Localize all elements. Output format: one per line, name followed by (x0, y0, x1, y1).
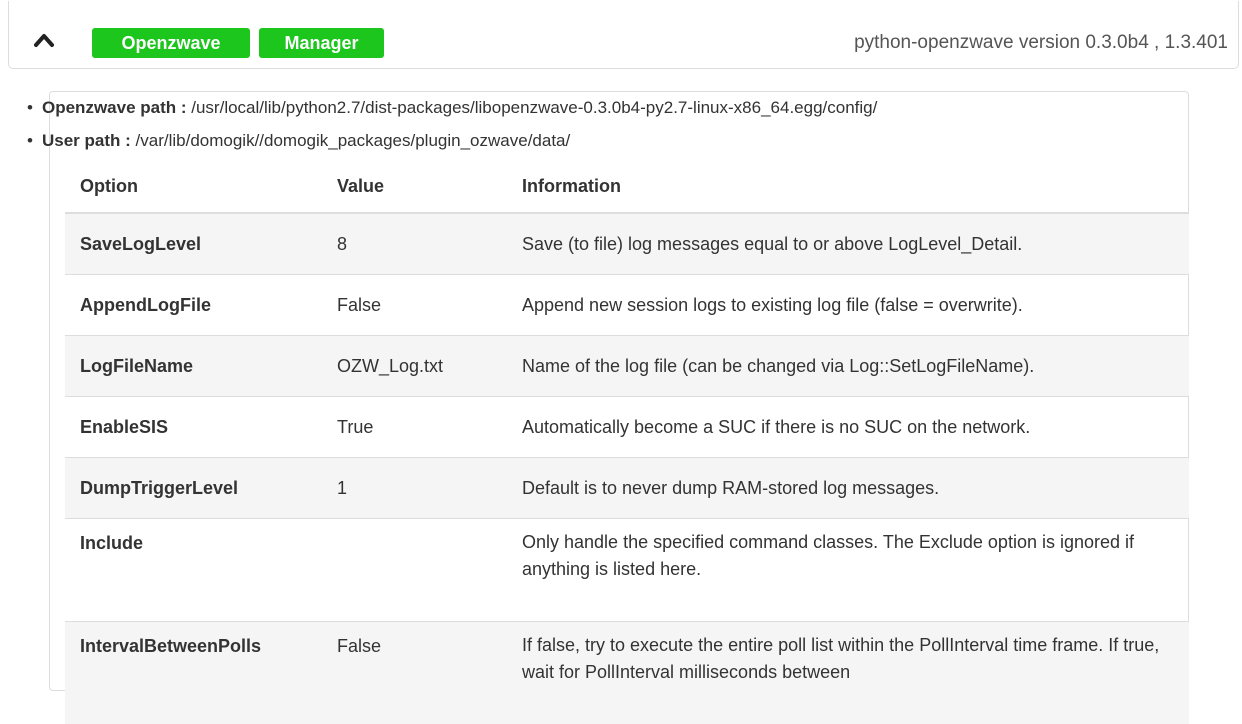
table-row: AppendLogFile False Append new session l… (65, 275, 1189, 336)
option-information: Save (to file) log messages equal to or … (507, 213, 1189, 275)
table-row: SaveLogLevel 8 Save (to file) log messag… (65, 213, 1189, 275)
option-value: 1 (322, 458, 507, 519)
option-name: Include (65, 519, 322, 622)
information-column-header: Information (507, 160, 1189, 213)
version-text: python-openzwave version 0.3.0b4 , 1.3.4… (854, 32, 1228, 54)
option-name: IntervalBetweenPolls (65, 622, 322, 724)
option-value: False (322, 275, 507, 336)
user-path-label: User path : (42, 131, 131, 150)
openzwave-path-value: /usr/local/lib/python2.7/dist-packages/l… (187, 98, 878, 117)
option-value: False (322, 622, 507, 724)
manager-badge: Manager (259, 28, 384, 58)
table-row: EnableSIS True Automatically become a SU… (65, 397, 1189, 458)
table-row: LogFileName OZW_Log.txt Name of the log … (65, 336, 1189, 397)
option-information: Default is to never dump RAM-stored log … (507, 458, 1189, 519)
option-information: Only handle the specified command classe… (507, 519, 1189, 622)
user-path: • User path : /var/lib/domogik//domogik_… (42, 131, 570, 151)
option-column-header: Option (65, 160, 322, 213)
openzwave-badge: Openzwave (92, 28, 250, 58)
option-value (322, 519, 507, 622)
option-name: EnableSIS (65, 397, 322, 458)
option-value: True (322, 397, 507, 458)
option-value: 8 (322, 213, 507, 275)
user-path-value: /var/lib/domogik//domogik_packages/plugi… (131, 131, 570, 150)
chevron-up-icon[interactable] (33, 31, 55, 49)
option-information: If false, try to execute the entire poll… (507, 622, 1189, 724)
openzwave-path-label: Openzwave path : (42, 98, 187, 117)
table-row: IntervalBetweenPolls False If false, try… (65, 622, 1189, 724)
option-name: DumpTriggerLevel (65, 458, 322, 519)
table-row: DumpTriggerLevel 1 Default is to never d… (65, 458, 1189, 519)
option-value: OZW_Log.txt (322, 336, 507, 397)
value-column-header: Value (322, 160, 507, 213)
table-row: Include Only handle the specified comman… (65, 519, 1189, 622)
option-name: SaveLogLevel (65, 213, 322, 275)
option-name: LogFileName (65, 336, 322, 397)
option-information: Append new session logs to existing log … (507, 275, 1189, 336)
openzwave-manager-header: Openzwave Manager python-openzwave versi… (8, 1, 1239, 69)
table-header-row: Option Value Information (65, 160, 1189, 213)
option-information: Name of the log file (can be changed via… (507, 336, 1189, 397)
bullet-icon: • (27, 98, 33, 118)
openzwave-path: • Openzwave path : /usr/local/lib/python… (42, 98, 877, 118)
options-table: Option Value Information SaveLogLevel 8 … (65, 160, 1189, 724)
bullet-icon: • (27, 131, 33, 151)
option-information: Automatically become a SUC if there is n… (507, 397, 1189, 458)
option-name: AppendLogFile (65, 275, 322, 336)
